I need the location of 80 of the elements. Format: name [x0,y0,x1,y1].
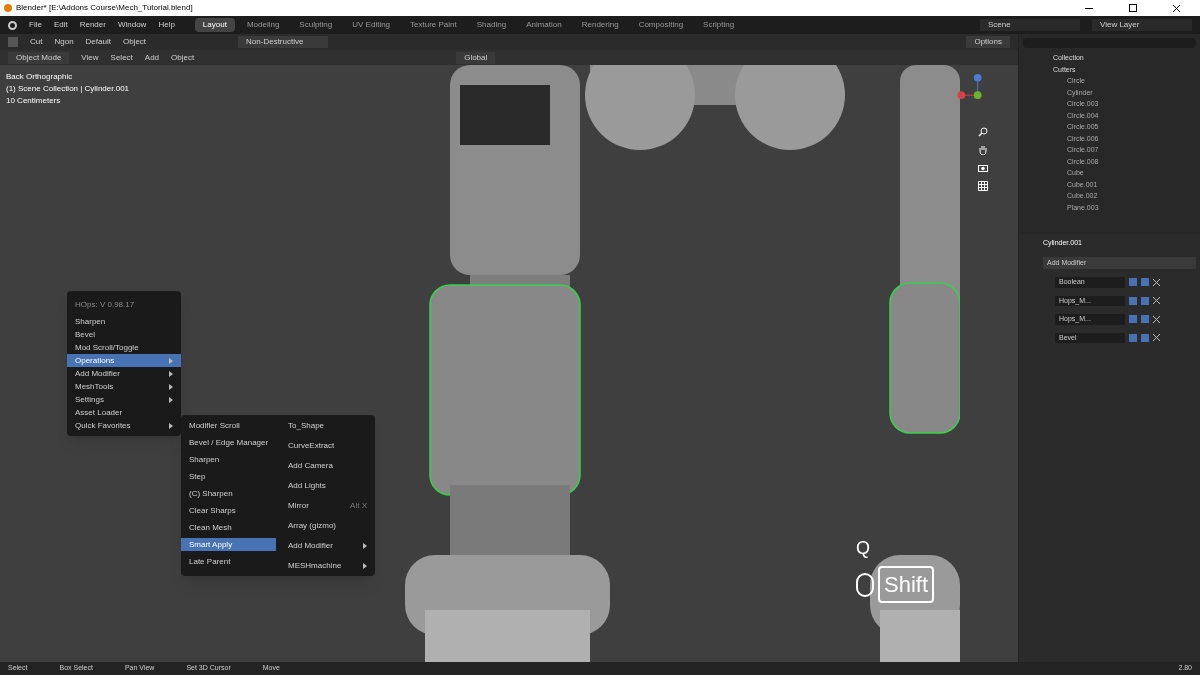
viewport-info-text: (1) Scene Collection | Cylinder.001 [6,83,130,95]
menu-item[interactable]: (C) Sharpen [181,487,276,500]
menu-title: HOps: V 0.98.17 [74,299,136,311]
menu-item[interactable]: Clean Mesh [181,521,276,534]
menu-item[interactable]: Sharpen [67,315,181,328]
blender-logo-icon [8,20,17,30]
menu-item[interactable]: CurveExtract [280,439,375,452]
view-layer-field[interactable]: View Layer [1092,19,1192,31]
viewport-info-text: Back Orthographic [6,71,74,83]
remove-icon[interactable] [1153,278,1160,286]
orientation-dropdown[interactable]: Global [456,51,496,64]
tool-icon [8,37,18,47]
workspace-tab[interactable]: Rendering [573,18,627,32]
grid-icon[interactable] [978,181,988,191]
menu-item[interactable]: Add Modifier [67,367,181,380]
zoom-icon[interactable] [978,127,988,137]
submenu-arrow-icon [363,542,367,549]
remove-icon[interactable] [1153,297,1160,305]
menu-item[interactable]: Step [181,470,276,483]
menu-item[interactable]: To_Shape [280,419,375,432]
workspace-tab[interactable]: Layout [194,18,235,32]
menu-item[interactable]: Add Camera [280,459,375,472]
menu-item[interactable]: Clear Sharps [181,504,276,517]
viewport-menu[interactable]: View [81,51,99,64]
menu-item[interactable]: Asset Loader [67,406,181,419]
menu-item[interactable]: Quick Favorites [67,419,181,432]
mode-dropdown[interactable]: Object [122,36,147,48]
close-icon[interactable] [1173,4,1180,12]
tool-dropdown[interactable]: Cut [30,36,43,48]
workspace-tab[interactable]: Shading [468,18,515,32]
menu-item[interactable]: Smart Apply [181,538,276,551]
menu-item[interactable]: MESHmachine [280,559,375,572]
shape-dropdown[interactable]: Ngon [54,36,74,48]
viewport-menu[interactable]: Object [171,51,195,64]
keystroke-key: Q [856,535,935,562]
menu-bar-item[interactable]: Render [79,19,106,31]
menu-item[interactable]: Mirror Alt X [280,499,375,512]
options-dropdown[interactable]: Options [966,36,1010,48]
submenu-arrow-icon [169,422,173,429]
menu-item[interactable]: Operations [67,354,181,367]
pivot-dropdown[interactable]: Default [85,36,111,48]
window-title: Blender* [E:\Addons Course\Mech_Tutorial.blend] [16,2,194,14]
boolean-mode-dropdown[interactable]: Non-Destructive [238,36,329,48]
remove-icon[interactable] [1153,315,1160,323]
keystroke-key: Shift [878,566,935,603]
menu-bar-item[interactable]: File [29,19,42,31]
menu-bar-item[interactable]: Help [158,19,175,31]
navigation-gizmo-icon [957,74,982,99]
menu-item[interactable]: Add Modifier [280,539,375,552]
viewport-menu[interactable]: Add [144,51,160,64]
workspace-tab[interactable]: UV Editing [344,18,399,32]
workspace-tab[interactable]: Texture Paint [402,18,465,32]
menu-bar-item[interactable]: Edit [53,19,68,31]
submenu-arrow-icon [363,562,367,569]
menu-item[interactable]: Sharpen [181,453,276,466]
menu-item[interactable]: Bevel [67,328,181,341]
menu-item[interactable]: Mod Scroll/Toggle [67,341,181,354]
menu-item[interactable]: Add Lights [280,479,375,492]
workspace-tab[interactable]: Scripting [695,18,743,32]
menu-item[interactable]: MeshTools [67,380,181,393]
viewport-menu[interactable]: Select [110,51,133,64]
menu-bar-item[interactable]: Window [117,19,147,31]
viewport-info-text: 10 Centimeters [6,95,62,107]
workspace-tab[interactable]: Animation [518,18,570,32]
mouse-icon [856,572,874,597]
app-icon [4,4,12,12]
minimize-icon[interactable] [1085,7,1093,9]
workspace-tab[interactable]: Sculpting [291,18,341,32]
menu-item[interactable]: Array (gizmo) [280,519,375,532]
menu-item[interactable]: Bevel / Edge Manager [181,436,276,449]
mode-dropdown[interactable]: Object Mode [8,51,70,64]
maximize-icon[interactable] [1129,4,1137,12]
menu-item[interactable]: Modifier Scroll [181,419,276,432]
remove-icon[interactable] [1153,334,1160,342]
workspace-tab[interactable]: Modeling [238,18,288,32]
scene-field[interactable]: Scene [980,19,1080,31]
menu-item[interactable]: Settings [67,393,181,406]
camera-icon[interactable] [978,163,988,173]
workspace-tab[interactable]: Compositing [630,18,692,32]
menu-item[interactable]: Late Parent [181,555,276,568]
